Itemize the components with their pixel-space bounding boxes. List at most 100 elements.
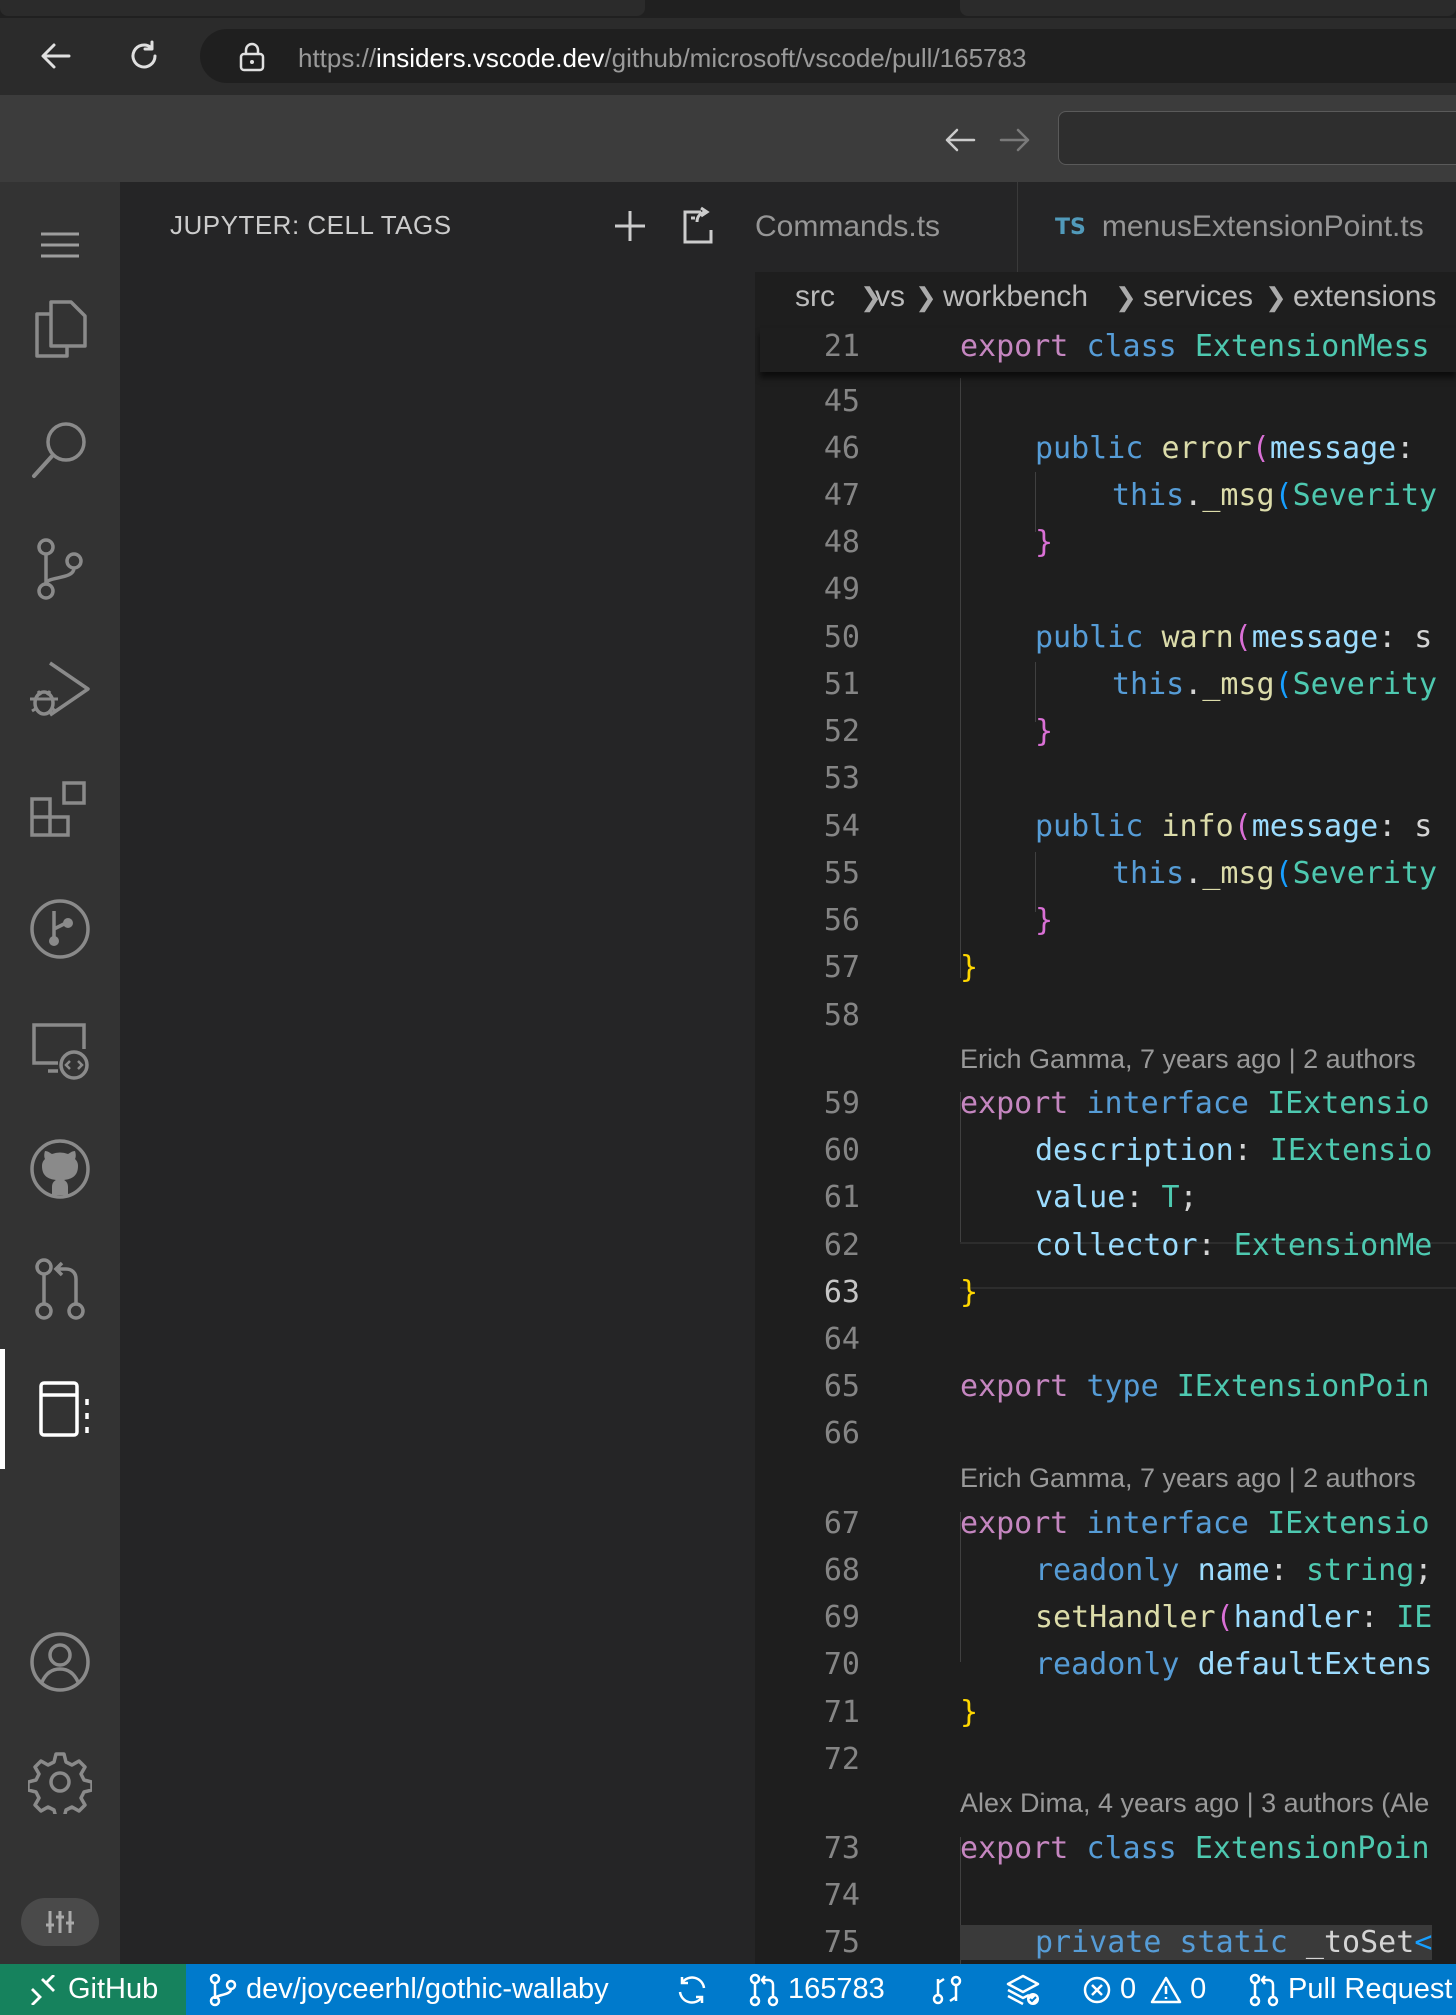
activity-bar: [0, 182, 120, 1964]
codelens-blame[interactable]: Erich Gamma, 7 years ago | 2 authors: [960, 1044, 1416, 1075]
code-line[interactable]: 63}: [755, 1269, 1456, 1316]
chevron-right-icon: ❯: [1265, 282, 1287, 312]
code-line[interactable]: 58: [755, 992, 1456, 1039]
pull-request-icon: [1249, 1973, 1279, 2006]
code-line[interactable]: 47 this._msg(Severity: [755, 472, 1456, 519]
pull-requests-icon: [35, 1258, 85, 1320]
code-text: collector: ExtensionMe: [1035, 1228, 1433, 1263]
branch-indicator[interactable]: dev/joyceerhl/gothic-wallaby: [208, 1964, 609, 2015]
browser-toolbar: https://insiders.vscode.dev/github/micro…: [0, 18, 1456, 96]
error-count: 0: [1120, 1973, 1137, 2005]
activity-run-debug[interactable]: [0, 629, 120, 749]
remote-indicator[interactable]: GitHub: [0, 1964, 186, 2015]
code-line[interactable]: 72: [755, 1736, 1456, 1783]
code-line[interactable]: 54 public info(message: s: [755, 803, 1456, 850]
line-number: 75: [823, 1925, 860, 1960]
code-line[interactable]: 51 this._msg(Severity: [755, 661, 1456, 708]
codelens-blame[interactable]: Erich Gamma, 7 years ago | 2 authors: [960, 1463, 1416, 1494]
code-line[interactable]: 57}: [755, 944, 1456, 991]
code-line[interactable]: 66: [755, 1410, 1456, 1457]
activity-accounts[interactable]: [0, 1602, 120, 1722]
code-line[interactable]: 68 readonly name: string;: [755, 1547, 1456, 1594]
layers-check-indicator[interactable]: [1005, 1964, 1049, 2015]
url-scheme: https://: [298, 43, 377, 73]
line-number: 67: [823, 1506, 860, 1541]
go-back-button[interactable]: [940, 120, 980, 160]
sticky-scroll-line[interactable]: 21 export class ExtensionMess: [760, 328, 1456, 372]
code-text: this._msg(Severity: [1112, 667, 1438, 702]
editor-tab-menus-extension-point[interactable]: TS menusExtensionPoint.ts: [1055, 182, 1424, 272]
line-number: 56: [823, 903, 860, 938]
breadcrumb-item[interactable]: extensions: [1293, 280, 1436, 314]
code-line[interactable]: 52}: [755, 708, 1456, 755]
code-line[interactable]: 49: [755, 566, 1456, 613]
code-line[interactable]: 50 public warn(message: s: [755, 614, 1456, 661]
code-line[interactable]: 53: [755, 755, 1456, 802]
activity-remote-explorer[interactable]: [0, 989, 120, 1109]
code-line[interactable]: 62 collector: ExtensionMe: [755, 1222, 1456, 1269]
remote-label: GitHub: [68, 1973, 159, 2005]
code-line[interactable]: 75 private static _toSet<: [755, 1919, 1456, 1964]
activity-github[interactable]: [0, 1109, 120, 1229]
activity-explorer[interactable]: [0, 269, 120, 389]
plus-icon: [615, 211, 645, 241]
code-line[interactable]: 70 readonly defaultExtens: [755, 1641, 1456, 1688]
pull-request-status[interactable]: Pull Request: [1248, 1964, 1452, 2015]
breadcrumb-item[interactable]: workbench: [943, 280, 1088, 314]
code-line[interactable]: 74: [755, 1872, 1456, 1919]
command-center[interactable]: [1058, 111, 1456, 165]
code-line[interactable]: 55 this._msg(Severity: [755, 850, 1456, 897]
activity-search[interactable]: [0, 389, 120, 509]
pull-request-indicator[interactable]: 165783: [748, 1964, 885, 2015]
code-line[interactable]: 61 value: T;: [755, 1174, 1456, 1221]
customize-layout-button[interactable]: [21, 1898, 99, 1946]
line-number: 71: [823, 1695, 860, 1730]
gear-icon: [28, 1752, 92, 1814]
reload-button[interactable]: [120, 32, 168, 80]
url-host: insiders.vscode.dev: [376, 43, 605, 73]
code-line[interactable]: 65 export type IExtensionPoin: [755, 1363, 1456, 1410]
code-line[interactable]: 73 export class ExtensionPoin: [755, 1825, 1456, 1872]
add-tag-button[interactable]: [608, 204, 652, 248]
browser-tab[interactable]: [960, 0, 1456, 16]
source-control-icon: [37, 538, 83, 600]
breadcrumb-item[interactable]: src: [795, 280, 835, 314]
activity-extensions[interactable]: [0, 749, 120, 869]
code-line[interactable]: 56}: [755, 897, 1456, 944]
code-line[interactable]: 46 public error(message:: [755, 425, 1456, 472]
sidebar-title: JUPYTER: CELL TAGS: [170, 210, 452, 240]
browser-tab[interactable]: [0, 0, 645, 16]
back-button[interactable]: [32, 32, 80, 80]
breadcrumb-item[interactable]: services: [1143, 280, 1253, 314]
sync-button[interactable]: [674, 1964, 718, 2015]
go-forward-button[interactable]: [995, 120, 1035, 160]
activity-git-graph[interactable]: [0, 869, 120, 989]
code-line[interactable]: 69 setHandler(handler: IE: [755, 1594, 1456, 1641]
code-line[interactable]: 71}: [755, 1689, 1456, 1736]
jupyter-cell-tags-icon: [38, 1381, 89, 1437]
editor-tabs: Commands.ts TS menusExtensionPoint.ts: [755, 182, 1456, 272]
activity-source-control[interactable]: [0, 509, 120, 629]
activity-pull-requests[interactable]: [0, 1229, 120, 1349]
activity-jupyter-cell-tags[interactable]: [0, 1349, 120, 1469]
editor-area: Commands.ts TS menusExtensionPoint.ts sr…: [755, 182, 1456, 1964]
editor-tab-commands[interactable]: Commands.ts: [755, 182, 940, 272]
breadcrumb-item[interactable]: vs: [875, 280, 905, 314]
address-bar[interactable]: https://insiders.vscode.dev/github/micro…: [200, 29, 1456, 83]
code-line[interactable]: 60 description: IExtensio: [755, 1127, 1456, 1174]
activity-manage[interactable]: [0, 1722, 120, 1842]
code-line[interactable]: 48}: [755, 519, 1456, 566]
codelens-blame[interactable]: Alex Dima, 4 years ago | 3 authors (Ale: [960, 1788, 1429, 1819]
line-number: 72: [823, 1742, 860, 1777]
code-line[interactable]: 67 export interface IExtensio: [755, 1500, 1456, 1547]
code-text: export interface IExtensio: [960, 1086, 1430, 1121]
git-compare-indicator[interactable]: [930, 1964, 972, 2015]
open-json-button[interactable]: [677, 204, 721, 248]
error-icon: [1083, 1976, 1111, 2003]
code-line[interactable]: 64: [755, 1316, 1456, 1363]
code-text: }: [1035, 903, 1054, 938]
problems-indicator[interactable]: 0 0: [1082, 1964, 1206, 2015]
line-number: 57: [823, 950, 860, 985]
code-line[interactable]: 59 export interface IExtensio: [755, 1080, 1456, 1127]
tab-divider: [1017, 182, 1018, 272]
